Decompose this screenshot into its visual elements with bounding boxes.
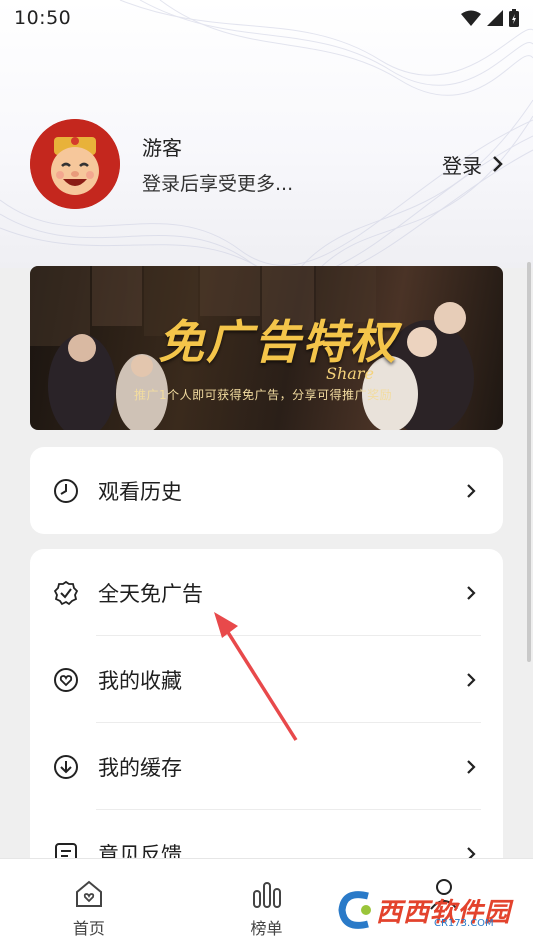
menu-item-label: 全天免广告: [98, 581, 203, 606]
profile-subtitle: 登录后享受更多...: [142, 173, 294, 195]
menu-item-downloads[interactable]: 我的缓存: [30, 723, 503, 810]
banner-share-text: Share: [326, 364, 374, 383]
menu-item-favorites[interactable]: 我的收藏: [30, 636, 503, 723]
history-card: 观看历史: [30, 447, 503, 534]
ad-free-banner[interactable]: 免广告特权 Share 推广1个人即可获得免广告，分享可得推广奖励: [30, 266, 503, 430]
scrollbar[interactable]: [527, 262, 531, 662]
banner-subtitle: 推广1个人即可获得免广告，分享可得推广奖励: [134, 388, 393, 402]
watermark: 西西软件园 CR173.COM: [336, 880, 514, 940]
avatar[interactable]: [30, 119, 120, 209]
menu-item-label: 我的缓存: [98, 755, 182, 780]
profile-text: 游客 登录后享受更多...: [142, 132, 293, 196]
menu-item-label: 观看历史: [98, 479, 182, 504]
tab-charts[interactable]: 榜单: [178, 859, 356, 948]
chart-icon: [252, 882, 281, 908]
cell-signal-icon: [487, 10, 503, 26]
tab-label: 榜单: [250, 919, 283, 938]
battery-icon: [509, 9, 519, 27]
home-icon: [75, 880, 102, 907]
chevron-right-icon: [467, 483, 476, 498]
wifi-icon: [461, 10, 481, 26]
status-icons: [461, 9, 519, 27]
heart-icon: [54, 667, 78, 692]
tab-label: 首页: [72, 919, 105, 938]
clock-icon: [54, 478, 78, 503]
download-icon: [54, 754, 78, 779]
status-bar: 10:50: [0, 0, 533, 36]
watermark-logo-icon: [338, 891, 371, 929]
chevron-right-icon: [467, 759, 476, 774]
menu-item-label: 我的收藏: [98, 668, 182, 693]
chevron-right-icon: [467, 585, 476, 600]
main-menu-card: 全天免广告 我的收藏 我的缓存 意见反馈: [30, 549, 503, 869]
profile-section: 游客 登录后享受更多... 登录: [30, 118, 503, 210]
login-label: 登录: [442, 153, 482, 178]
login-button[interactable]: 登录: [442, 150, 503, 179]
avatar-cartoon-icon: [30, 119, 120, 209]
status-time: 10:50: [14, 7, 72, 29]
banner-title: 免广告特权: [158, 315, 398, 369]
watermark-sub: CR173.COM: [434, 918, 494, 929]
tab-home[interactable]: 首页: [0, 859, 178, 948]
badge-check-icon: [53, 580, 79, 605]
menu-item-watch-history[interactable]: 观看历史: [30, 447, 503, 534]
profile-name: 游客: [142, 136, 182, 160]
chevron-right-icon: [493, 156, 503, 172]
menu-item-ad-free[interactable]: 全天免广告: [30, 549, 503, 636]
chevron-right-icon: [467, 672, 476, 687]
